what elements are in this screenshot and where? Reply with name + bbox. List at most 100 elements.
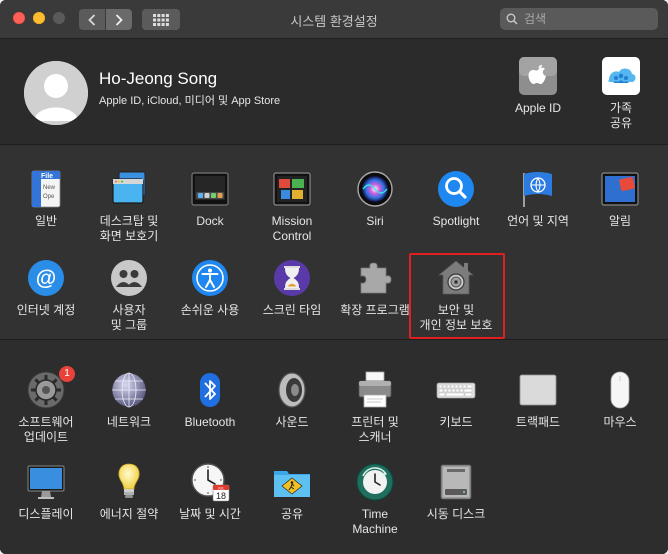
sound-label: 사운드	[275, 415, 309, 429]
general-file-icon: File New Ope	[31, 170, 61, 208]
pref-startup-disk[interactable]: 시동 디스크	[415, 462, 497, 522]
accessibility-icon	[192, 260, 228, 296]
pref-apple-id[interactable]: Apple ID	[498, 56, 578, 116]
account-section: Ho-Jeong Song Apple ID, iCloud, 미디어 및 Ap…	[0, 39, 668, 144]
users-groups-icon	[111, 260, 147, 296]
svg-text:New: New	[43, 185, 56, 191]
update-count-badge: 1	[59, 366, 75, 382]
pref-sound[interactable]: 사운드	[251, 370, 333, 430]
desktop-screensaver-label: 데스크탑 및 화면 보호기	[99, 214, 159, 243]
pref-dock[interactable]: Dock	[169, 169, 251, 229]
displays-label: 디스플레이	[18, 507, 74, 521]
software-update-label: 소프트웨어 업데이트	[18, 415, 74, 444]
siri-icon	[357, 171, 393, 207]
pref-siri[interactable]: Siri	[334, 169, 416, 229]
accessibility-label: 손쉬운 사용	[180, 303, 240, 317]
pref-mission-control[interactable]: Mission Control	[251, 169, 333, 244]
pref-software-update[interactable]: 1 소프트웨어 업데이트	[5, 366, 87, 445]
trackpad-label: 트랙패드	[515, 415, 561, 429]
internet-accounts-label: 인터넷 계정	[16, 303, 76, 317]
pref-spotlight[interactable]: Spotlight	[415, 169, 497, 229]
pref-family-sharing[interactable]: 가족 공유	[581, 56, 661, 131]
desktop-screensaver-icon	[112, 171, 146, 204]
pref-trackpad[interactable]: 트랙패드	[497, 370, 579, 430]
spotlight-icon	[438, 171, 474, 207]
search-icon	[506, 13, 518, 25]
pref-keyboard[interactable]: 키보드	[415, 370, 497, 430]
trackpad-icon	[519, 374, 557, 406]
language-region-label: 언어 및 지역	[507, 214, 569, 228]
hardware-prefs-section: 1 소프트웨어 업데이트 네트워크 Bluetooth 사운드 프린터 및 스캐…	[0, 340, 668, 554]
personal-prefs-section: File New Ope 일반 데스크탑 및 화면 보호기 Dock Missi…	[0, 145, 668, 339]
family-sharing-icon	[602, 57, 640, 95]
user-subtitle: Apple ID, iCloud, 미디어 및 App Store	[99, 95, 281, 107]
pref-extensions[interactable]: 확장 프로그램	[334, 258, 416, 318]
dock-label: Dock	[196, 214, 224, 228]
pref-language-region[interactable]: 언어 및 지역	[497, 169, 579, 229]
keyboard-icon	[436, 382, 476, 399]
search-input[interactable]	[522, 11, 656, 27]
pref-internet-accounts[interactable]: @ 인터넷 계정	[5, 258, 87, 318]
printers-scanners-icon	[358, 371, 392, 408]
time-machine-label: Time Machine	[352, 507, 398, 536]
pref-sharing[interactable]: 공유	[251, 462, 333, 522]
pref-energy-saver[interactable]: 에너지 절약	[88, 462, 170, 522]
pref-displays[interactable]: 디스플레이	[5, 462, 87, 522]
pref-bluetooth[interactable]: Bluetooth	[169, 370, 251, 430]
svg-text:@: @	[36, 267, 56, 290]
pref-network[interactable]: 네트워크	[88, 370, 170, 430]
svg-text:File: File	[41, 173, 53, 180]
user-name: Ho-Jeong Song	[99, 69, 218, 88]
avatar[interactable]	[24, 61, 88, 125]
title-bar: 시스템 환경설정	[0, 0, 668, 39]
apple-logo-icon	[519, 57, 557, 95]
system-preferences-window: 시스템 환경설정 Ho-Jeong Song Apple ID, iCloud,…	[0, 0, 668, 554]
pref-accessibility[interactable]: 손쉬운 사용	[169, 258, 251, 318]
energy-saver-icon	[118, 463, 140, 498]
pref-screen-time[interactable]: 스크린 타임	[251, 258, 333, 318]
svg-text:Ope: Ope	[43, 194, 55, 200]
bluetooth-icon	[200, 373, 220, 407]
mission-control-icon	[273, 172, 311, 206]
spotlight-label: Spotlight	[432, 214, 480, 228]
language-region-icon	[523, 172, 552, 207]
pref-users-groups[interactable]: 사용자 및 그룹	[88, 258, 170, 333]
date-time-label: 날짜 및 시간	[179, 507, 241, 521]
pref-general[interactable]: File New Ope 일반	[5, 169, 87, 229]
network-label: 네트워크	[106, 415, 152, 429]
extensions-icon	[360, 262, 392, 294]
selection-highlight	[409, 253, 505, 339]
mission-control-label: Mission Control	[271, 214, 313, 243]
mouse-icon	[610, 371, 630, 409]
bluetooth-label: Bluetooth	[184, 415, 236, 429]
sharing-icon	[274, 471, 310, 497]
pref-mouse[interactable]: 마우스	[579, 370, 661, 430]
notifications-icon	[601, 172, 639, 206]
energy-saver-label: 에너지 절약	[99, 507, 159, 521]
search-field[interactable]	[500, 8, 658, 30]
pref-date-time[interactable]: JUL 18 날짜 및 시간	[169, 462, 251, 522]
family-sharing-label: 가족 공유	[609, 101, 633, 130]
pref-desktop-screensaver[interactable]: 데스크탑 및 화면 보호기	[88, 169, 170, 244]
time-machine-icon	[356, 463, 394, 501]
printers-scanners-label: 프린터 및 스캐너	[351, 415, 399, 444]
users-groups-label: 사용자 및 그룹	[110, 303, 148, 332]
calendar-day: 18	[216, 491, 226, 501]
pref-printers-scanners[interactable]: 프린터 및 스캐너	[334, 370, 416, 445]
sound-icon	[278, 372, 306, 408]
notifications-label: 알림	[608, 214, 632, 228]
date-time-icon: JUL 18	[191, 463, 230, 502]
apple-id-label: Apple ID	[514, 101, 562, 115]
general-label: 일반	[34, 214, 58, 228]
screen-time-icon	[274, 260, 310, 296]
siri-label: Siri	[366, 214, 384, 228]
user-silhouette-icon	[24, 61, 88, 125]
calendar-month: JUL	[217, 485, 225, 490]
screen-time-label: 스크린 타임	[262, 303, 322, 317]
extensions-label: 확장 프로그램	[340, 303, 410, 317]
network-icon	[111, 372, 147, 408]
mouse-label: 마우스	[603, 415, 637, 429]
pref-time-machine[interactable]: Time Machine	[334, 462, 416, 537]
dock-icon	[191, 172, 229, 206]
pref-notifications[interactable]: 알림	[579, 169, 661, 229]
